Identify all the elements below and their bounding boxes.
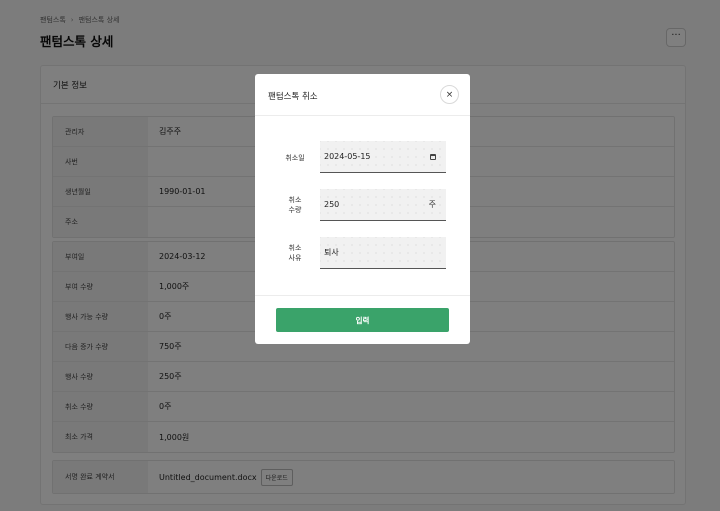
cancel-quantity-field[interactable]: 250 주 [320, 189, 446, 221]
cancel-date-value: 2024-05-15 [324, 152, 371, 161]
modal-title: 팬텀스톡 취소 [268, 92, 318, 102]
cancel-reason-value: 퇴사 [324, 248, 339, 257]
close-icon[interactable]: × [440, 85, 459, 104]
quantity-unit: 주 [428, 200, 436, 209]
reason-label: 취소 사유 [275, 243, 315, 263]
cancel-phantom-stock-modal: 팬텀스톡 취소 × 취소일 2024-05-15 취소 수량 250 주 취소 … [255, 74, 470, 344]
modal-footer-divider [255, 295, 470, 296]
reason-label-line1: 취소 [288, 244, 302, 252]
cancel-reason-field[interactable]: 퇴사 [320, 237, 446, 269]
reason-label-line2: 사유 [288, 254, 302, 262]
qty-label: 취소 수량 [275, 195, 315, 215]
cancel-quantity-value: 250 [324, 200, 340, 209]
qty-label-line2: 수량 [288, 206, 302, 214]
calendar-icon[interactable] [430, 153, 436, 160]
cancel-date-field[interactable]: 2024-05-15 [320, 141, 446, 173]
submit-button[interactable]: 입력 [276, 308, 449, 332]
modal-header: 팬텀스톡 취소 × [255, 74, 470, 116]
date-label: 취소일 [285, 154, 305, 162]
qty-label-line1: 취소 [288, 196, 302, 204]
